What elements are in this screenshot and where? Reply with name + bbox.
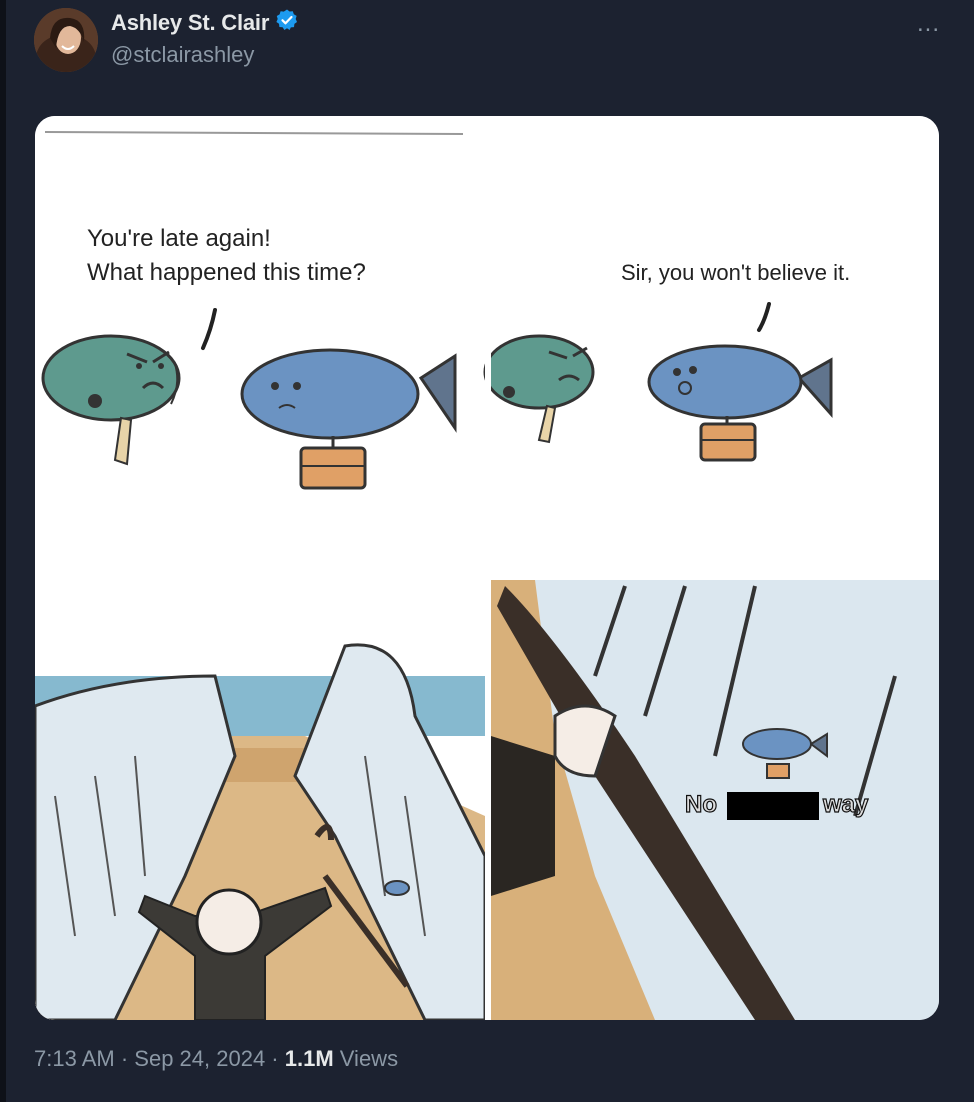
tweet-time[interactable]: 7:13 AM	[34, 1046, 115, 1071]
views-label: Views	[333, 1046, 399, 1071]
meta-separator: ·	[265, 1046, 285, 1071]
tweet-media-image[interactable]: You're late again! What happened this ti…	[35, 116, 939, 1020]
tweet-date[interactable]: Sep 24, 2024	[134, 1046, 265, 1071]
avatar-image	[34, 8, 98, 72]
comic-panel-1: You're late again! What happened this ti…	[35, 116, 485, 568]
author-avatar[interactable]	[34, 8, 98, 72]
more-horizontal-icon[interactable]: ...	[917, 10, 940, 38]
panel4-word-right: way	[822, 791, 869, 818]
comic-panel-3	[35, 568, 487, 1020]
author-handle[interactable]: @stclairashley	[111, 42, 254, 68]
meta-separator: ·	[114, 1046, 135, 1071]
comic-panel-4: No way	[491, 580, 939, 1020]
panel1-line1: You're late again!	[87, 225, 271, 252]
verified-badge-icon	[275, 8, 299, 37]
comic-panel-2: Sir, you won't believe it.	[483, 116, 939, 568]
views-count[interactable]: 1.1M	[285, 1046, 334, 1071]
small-fish-icon	[384, 880, 410, 896]
window-edge	[0, 0, 6, 1102]
panel4-word-left: No	[685, 791, 717, 818]
tweet-metadata: 7:13 AM · Sep 24, 2024 · 1.1M Views	[34, 1046, 398, 1072]
panel1-line2: What happened this time?	[87, 259, 366, 286]
censor-bar	[727, 792, 819, 820]
author-name[interactable]: Ashley St. Clair	[111, 10, 269, 36]
panel2-speech: Sir, you won't believe it.	[621, 260, 850, 285]
